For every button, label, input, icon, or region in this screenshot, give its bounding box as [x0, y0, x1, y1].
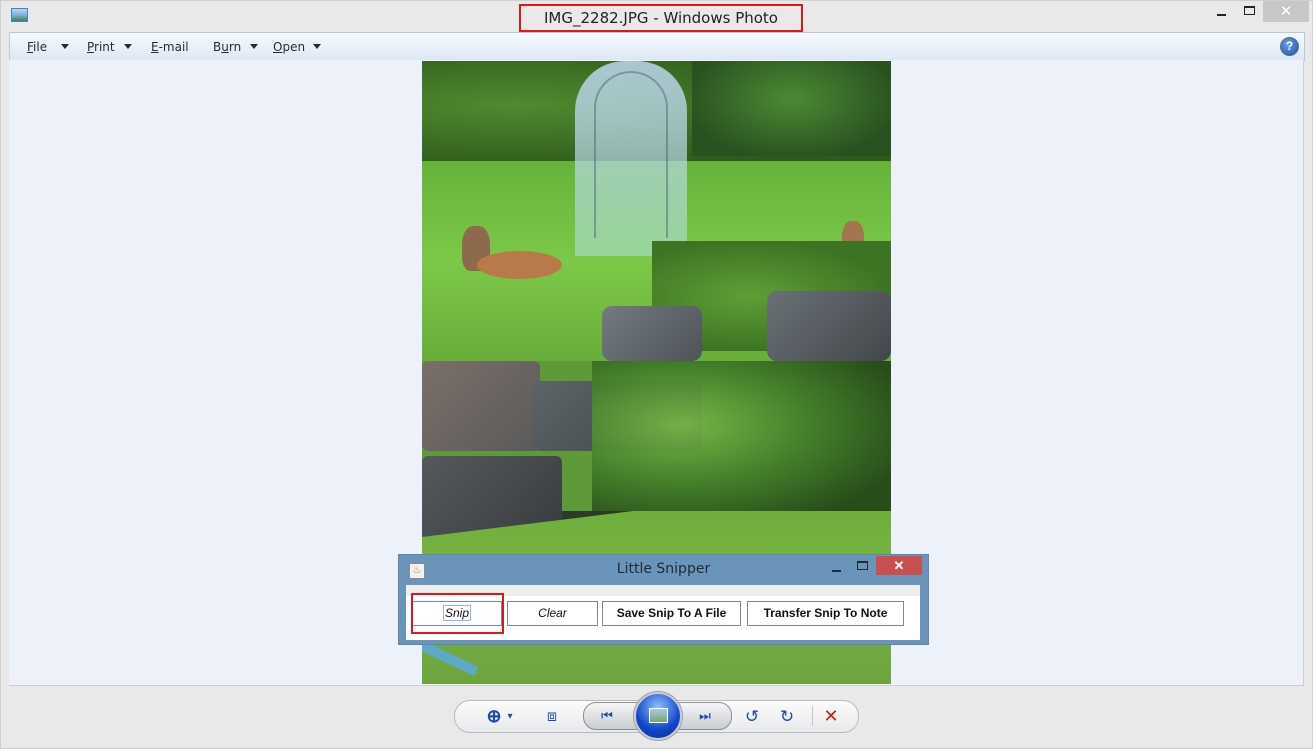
menu-print-label: rint	[94, 40, 115, 54]
next-icon[interactable]: ⏭	[692, 703, 718, 729]
menu-burn-label: rn	[228, 40, 242, 54]
menu-email-label: -mail	[158, 40, 189, 54]
rotate-counterclockwise-icon[interactable]: ↺	[740, 701, 764, 732]
menu-email[interactable]: E-mail	[151, 40, 189, 54]
close-button[interactable]: ✕	[1263, 1, 1309, 22]
maximize-button[interactable]	[1234, 1, 1264, 22]
open-dropdown-icon[interactable]	[313, 44, 321, 49]
snipper-maximize-button[interactable]	[857, 561, 868, 570]
snipper-minimize-button[interactable]	[832, 570, 841, 572]
save-snip-button[interactable]: Save Snip To A File	[602, 601, 741, 626]
minimize-button[interactable]	[1206, 1, 1236, 22]
menu-print[interactable]: Print	[87, 40, 115, 54]
menu-print-accel: P	[87, 40, 95, 54]
zoom-dropdown-icon[interactable]: ▾	[505, 701, 515, 732]
title-bar[interactable]: IMG_2282.JPG - Windows Photo Viewer ✕	[1, 1, 1312, 51]
file-dropdown-icon[interactable]	[61, 44, 69, 49]
menu-open[interactable]: Open	[273, 40, 305, 54]
zoom-in-icon[interactable]: ⊕	[483, 701, 505, 732]
menu-bar: File Print E-mail Burn Open ?	[9, 32, 1305, 61]
delete-icon[interactable]: ✕	[819, 701, 843, 732]
rotate-clockwise-icon[interactable]: ↻	[775, 701, 799, 732]
menu-burn[interactable]: Burn	[213, 40, 241, 54]
previous-icon[interactable]: ⏮	[594, 703, 620, 729]
toolbar-separator	[812, 706, 813, 726]
burn-dropdown-icon[interactable]	[250, 44, 258, 49]
menu-file-label: ile	[33, 40, 48, 54]
photo-viewer-app-icon[interactable]	[11, 8, 28, 22]
menu-email-accel: E	[151, 40, 159, 54]
snipper-close-button[interactable]: ✕	[876, 556, 922, 575]
print-dropdown-icon[interactable]	[124, 44, 132, 49]
snip-highlight-box	[411, 593, 504, 634]
menu-burn-accel: u	[221, 40, 229, 54]
window-title: IMG_2282.JPG - Windows Photo Viewer	[519, 4, 803, 51]
transfer-snip-button[interactable]: Transfer Snip To Note	[747, 601, 904, 626]
menu-burn-prefix: B	[213, 40, 222, 54]
help-icon[interactable]: ?	[1280, 37, 1299, 56]
slideshow-icon	[649, 708, 668, 723]
snipper-title: Little Snipper	[616, 561, 711, 577]
menu-open-label: pen	[282, 40, 306, 54]
minimize-icon	[1216, 14, 1226, 16]
clear-button[interactable]: Clear	[507, 601, 598, 626]
close-icon: ✕	[1279, 3, 1293, 20]
maximize-icon	[1243, 6, 1255, 15]
fit-window-icon[interactable]: ⧈	[541, 701, 563, 732]
slideshow-button[interactable]	[634, 692, 682, 740]
menu-file[interactable]: File	[27, 40, 47, 54]
